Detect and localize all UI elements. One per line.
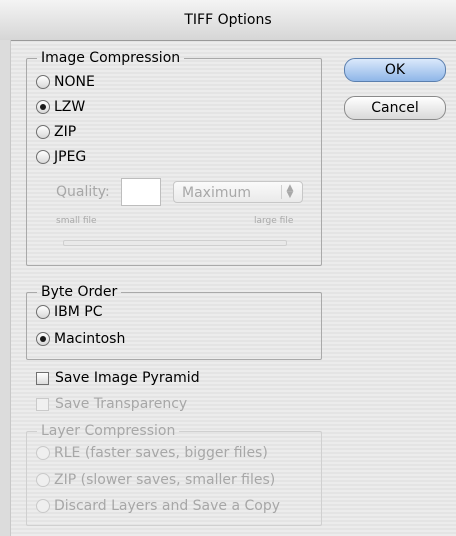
tiff-options-dialog: TIFF Options OK Cancel Image Compression…	[0, 0, 456, 536]
save-image-pyramid-label: Save Image Pyramid	[55, 370, 200, 386]
layer-zip-option: ZIP (slower saves, smaller files)	[36, 469, 275, 491]
layer-discard-option: Discard Layers and Save a Copy	[36, 495, 280, 517]
radio-icon	[36, 499, 50, 513]
quality-select-value: Maximum	[182, 185, 251, 201]
quality-label: Quality:	[56, 184, 110, 200]
save-transparency-option: Save Transparency	[36, 393, 187, 415]
quality-slider[interactable]	[63, 240, 287, 246]
radio-icon	[36, 446, 50, 460]
byte-order-mac-option[interactable]: Macintosh	[36, 328, 125, 350]
compression-jpeg-label: JPEG	[54, 149, 87, 165]
cancel-button[interactable]: Cancel	[344, 96, 446, 120]
compression-zip-label: ZIP	[54, 124, 77, 140]
radio-icon[interactable]	[36, 75, 50, 89]
compression-zip-option[interactable]: ZIP	[36, 121, 76, 143]
radio-icon[interactable]	[36, 125, 50, 139]
updown-arrows-icon: ▲ ▼	[281, 184, 298, 200]
compression-lzw-label: LZW	[54, 99, 86, 115]
radio-icon[interactable]	[36, 305, 50, 319]
image-compression-legend: Image Compression	[41, 50, 181, 66]
layer-zip-label: ZIP (slower saves, smaller files)	[54, 472, 276, 488]
ok-button[interactable]: OK	[344, 58, 446, 82]
quality-select[interactable]: Maximum ▲ ▼	[173, 181, 303, 203]
layer-discard-label: Discard Layers and Save a Copy	[54, 498, 281, 514]
compression-jpeg-option[interactable]: JPEG	[36, 146, 86, 168]
compression-none-label: NONE	[54, 74, 95, 90]
byte-order-legend: Byte Order	[41, 284, 118, 300]
byte-order-mac-label: Macintosh	[54, 331, 126, 347]
layer-rle-option: RLE (faster saves, bigger files)	[36, 442, 268, 464]
radio-selected-icon[interactable]	[36, 100, 50, 114]
save-transparency-label: Save Transparency	[55, 396, 188, 412]
byte-order-ibm-label: IBM PC	[54, 304, 103, 320]
large-file-label: large file	[254, 216, 294, 226]
compression-lzw-option[interactable]: LZW	[36, 96, 85, 118]
radio-icon[interactable]	[36, 150, 50, 164]
quality-input[interactable]	[121, 178, 161, 206]
compression-none-option[interactable]: NONE	[36, 71, 95, 93]
small-file-label: small file	[56, 216, 97, 226]
checkbox-icon[interactable]	[36, 371, 49, 385]
window-title: TIFF Options	[0, 0, 456, 41]
radio-selected-icon[interactable]	[36, 332, 50, 346]
save-image-pyramid-option[interactable]: Save Image Pyramid	[36, 367, 200, 389]
checkbox-icon	[36, 397, 49, 411]
layer-compression-legend: Layer Compression	[41, 423, 176, 439]
layer-rle-label: RLE (faster saves, bigger files)	[54, 445, 268, 461]
byte-order-ibm-option[interactable]: IBM PC	[36, 301, 102, 323]
window-edge	[0, 40, 11, 536]
radio-icon	[36, 473, 50, 487]
